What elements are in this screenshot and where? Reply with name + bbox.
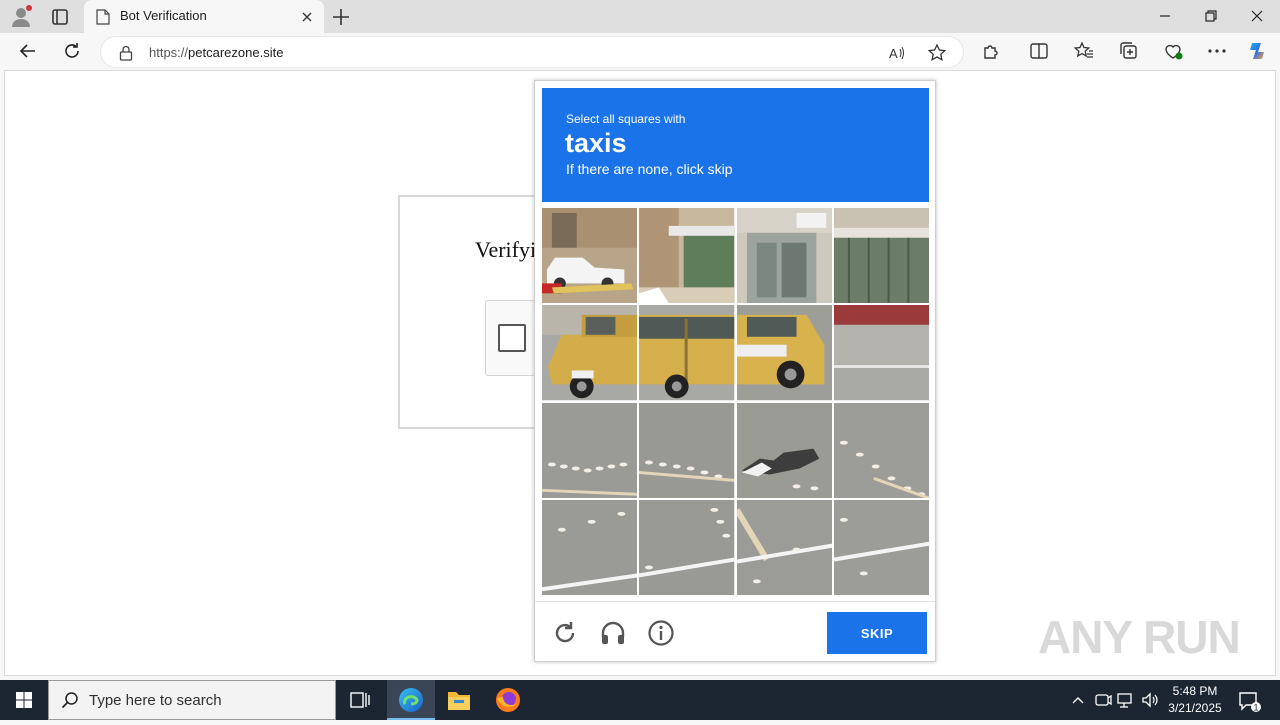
grid-tile-2[interactable] bbox=[639, 208, 735, 304]
collections-icon[interactable] bbox=[1118, 40, 1140, 62]
new-tab-icon[interactable] bbox=[330, 6, 352, 28]
grid-tile-13[interactable] bbox=[542, 499, 638, 595]
grid-tile-7[interactable] bbox=[736, 305, 832, 401]
tab-title: Bot Verification bbox=[120, 8, 207, 23]
close-window-icon[interactable] bbox=[1246, 6, 1268, 26]
taskbar-search[interactable]: Type here to search bbox=[48, 680, 336, 720]
browser-toolbar: https://petcarezone.site A bbox=[0, 33, 1280, 70]
windows-start-icon[interactable] bbox=[0, 680, 48, 720]
copilot-icon[interactable] bbox=[1246, 40, 1268, 62]
volume-icon[interactable] bbox=[1140, 690, 1160, 710]
favorite-star-icon[interactable] bbox=[927, 43, 947, 63]
grid-tile-11[interactable] bbox=[736, 402, 832, 498]
profile-icon[interactable] bbox=[9, 5, 33, 29]
image-grid bbox=[542, 208, 929, 595]
grid-tile-14[interactable] bbox=[639, 499, 735, 595]
refresh-icon[interactable] bbox=[61, 40, 83, 62]
tab-strip: Bot Verification bbox=[0, 0, 1280, 33]
file-explorer-icon[interactable] bbox=[435, 680, 483, 720]
grid-tile-6[interactable] bbox=[639, 305, 735, 401]
grid-tile-1[interactable] bbox=[542, 208, 638, 304]
grid-tile-10[interactable] bbox=[639, 402, 735, 498]
favorites-icon[interactable] bbox=[1073, 40, 1095, 62]
close-tab-icon[interactable] bbox=[298, 8, 316, 26]
network-icon[interactable] bbox=[1116, 690, 1136, 710]
tab-actions-icon[interactable] bbox=[48, 5, 72, 29]
page-icon bbox=[96, 9, 110, 25]
captcha-checkbox[interactable] bbox=[498, 324, 526, 352]
search-placeholder: Type here to search bbox=[89, 692, 222, 709]
challenge-hint: If there are none, click skip bbox=[566, 161, 733, 177]
system-clock[interactable]: 5:48 PM 3/21/2025 bbox=[1160, 683, 1230, 717]
grid-tile-15[interactable] bbox=[736, 499, 832, 595]
show-hidden-icons-icon[interactable] bbox=[1068, 690, 1088, 710]
url-text: https://petcarezone.site bbox=[149, 45, 284, 60]
task-view-icon[interactable] bbox=[336, 680, 384, 720]
grid-tile-8[interactable] bbox=[833, 305, 929, 401]
svg-text:A: A bbox=[889, 46, 898, 61]
address-bar[interactable]: https://petcarezone.site A bbox=[100, 36, 964, 68]
grid-tile-5[interactable] bbox=[542, 305, 638, 401]
grid-tile-4[interactable] bbox=[833, 208, 929, 304]
info-icon[interactable] bbox=[647, 619, 675, 647]
read-aloud-icon[interactable]: A bbox=[887, 43, 907, 63]
restore-icon[interactable] bbox=[1200, 6, 1222, 26]
captcha-challenge: Select all squares with taxis If there a… bbox=[534, 80, 936, 662]
taskbar: Type here to search 5:48 PM 3/21/2025 1 bbox=[0, 680, 1280, 720]
notification-center-icon[interactable]: 1 bbox=[1236, 688, 1262, 714]
skip-button[interactable]: SKIP bbox=[827, 612, 927, 654]
firefox-app-icon[interactable] bbox=[484, 680, 532, 720]
clock-time: 5:48 PM bbox=[1172, 684, 1218, 698]
grid-tile-3[interactable] bbox=[736, 208, 832, 304]
audio-challenge-icon[interactable] bbox=[599, 619, 627, 647]
meet-now-icon[interactable] bbox=[1093, 690, 1113, 710]
reload-icon[interactable] bbox=[551, 619, 579, 647]
challenge-header: Select all squares with taxis If there a… bbox=[542, 88, 929, 202]
more-options-icon[interactable] bbox=[1206, 40, 1228, 62]
browser-essentials-icon[interactable] bbox=[1162, 40, 1184, 62]
lock-icon[interactable] bbox=[119, 45, 133, 61]
clock-date: 3/21/2025 bbox=[1168, 701, 1222, 715]
watermark: ANY RUN bbox=[1038, 611, 1241, 663]
edge-app-icon[interactable] bbox=[387, 680, 435, 720]
challenge-footer: SKIP bbox=[535, 601, 935, 661]
challenge-instruction: Select all squares with bbox=[566, 112, 686, 126]
challenge-target: taxis bbox=[565, 128, 627, 158]
search-icon bbox=[61, 691, 79, 709]
minimize-icon[interactable] bbox=[1154, 6, 1176, 26]
extensions-icon[interactable] bbox=[980, 40, 1002, 62]
grid-tile-12[interactable] bbox=[833, 402, 929, 498]
browser-tab[interactable]: Bot Verification bbox=[84, 0, 324, 33]
notification-count: 1 bbox=[1253, 703, 1258, 713]
verification-title: Verifyi bbox=[475, 237, 537, 262]
grid-tile-16[interactable] bbox=[833, 499, 929, 595]
grid-tile-9[interactable] bbox=[542, 402, 638, 498]
back-icon[interactable] bbox=[17, 40, 39, 62]
split-screen-icon[interactable] bbox=[1028, 40, 1050, 62]
